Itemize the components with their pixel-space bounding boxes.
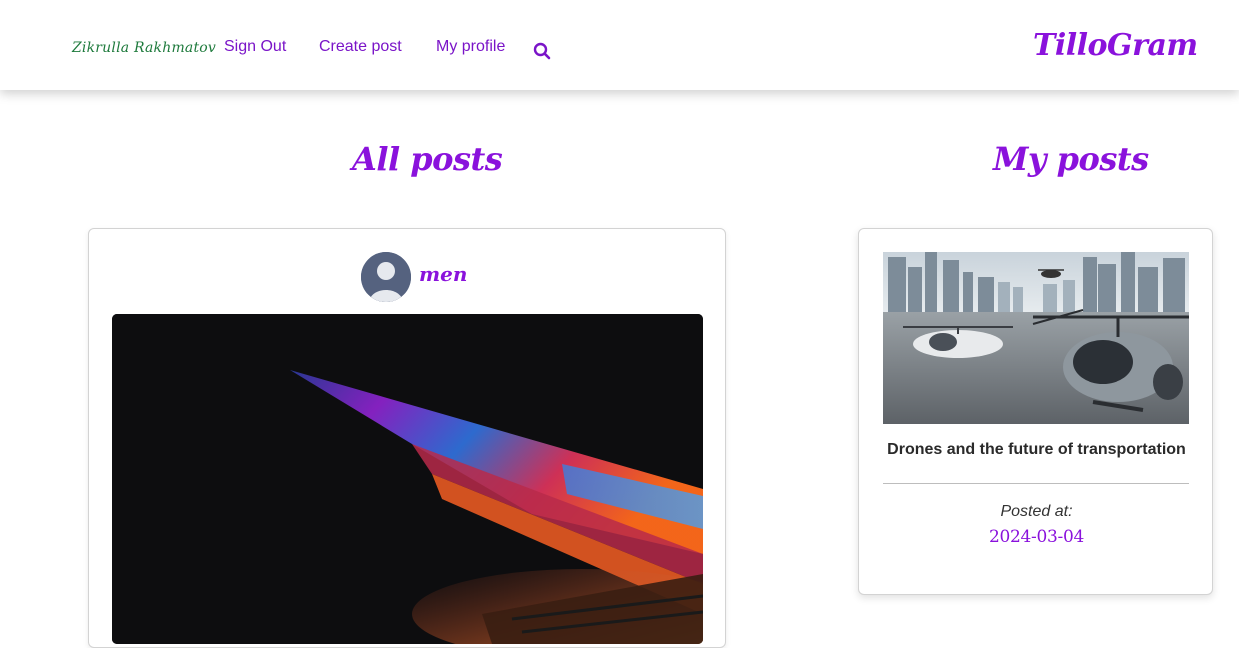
user-name[interactable]: Zikrulla Rakhmatov: [72, 40, 216, 56]
my-post-title[interactable]: Drones and the future of transportation: [859, 441, 1214, 459]
brand-logo[interactable]: TilloGram: [1033, 28, 1198, 63]
my-profile-link[interactable]: My profile: [436, 38, 505, 56]
sign-out-link[interactable]: Sign Out: [224, 38, 286, 56]
my-post-image[interactable]: [883, 252, 1189, 424]
search-icon[interactable]: [533, 42, 551, 60]
post-image[interactable]: [112, 314, 703, 644]
all-posts-heading: All posts: [352, 140, 503, 178]
post-card[interactable]: men: [88, 228, 726, 648]
posted-at-label: Posted at:: [1000, 503, 1073, 520]
post-author[interactable]: men: [419, 262, 467, 286]
divider: [883, 483, 1189, 484]
avatar[interactable]: [361, 252, 411, 302]
my-posts-heading: My posts: [993, 140, 1149, 178]
navbar: Zikrulla Rakhmatov Sign Out Create post …: [0, 0, 1239, 90]
create-post-link[interactable]: Create post: [319, 38, 402, 56]
my-post-card[interactable]: Drones and the future of transportation …: [858, 228, 1213, 595]
posted-date: 2024-03-04: [988, 527, 1085, 547]
